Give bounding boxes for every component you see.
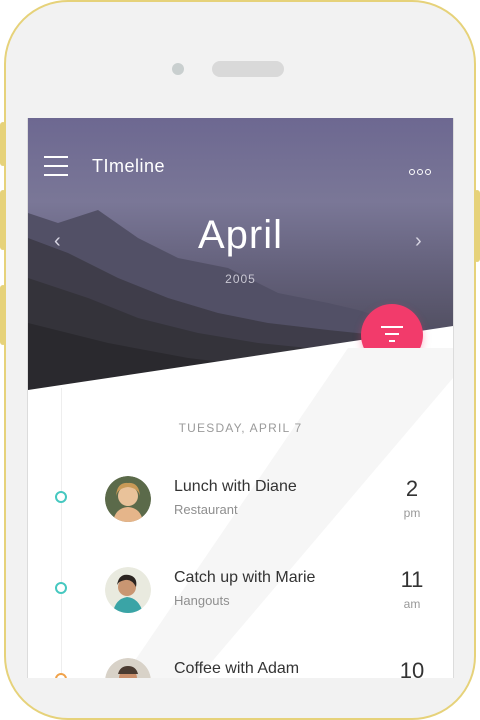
event-title: Lunch with Diane	[174, 478, 297, 495]
event-title: Coffee with Adam	[174, 660, 300, 677]
event-subtitle: Restaurant	[174, 502, 238, 517]
event-item-coffee[interactable]: Coffee with Adam 10	[28, 658, 453, 678]
next-month-button[interactable]: ›	[415, 230, 422, 253]
side-button-left-2	[0, 190, 6, 250]
timeline-dot	[55, 491, 67, 503]
timeline-dot	[55, 582, 67, 594]
event-time: 11	[400, 567, 424, 592]
earpiece-speaker	[212, 61, 284, 77]
timeline-content: TUESDAY, APRIL 7 Lunch with Diane Restau…	[28, 348, 453, 678]
side-button-left-3	[0, 285, 6, 345]
more-dots-icon	[409, 162, 433, 179]
app-screen: TImeline ‹ April 2005 › TUESDAY, APRIL 7	[27, 118, 454, 678]
event-time-unit: pm	[403, 506, 421, 520]
hamburger-menu-icon	[44, 156, 68, 158]
timeline-dot	[55, 673, 67, 678]
filter-icon	[381, 326, 403, 328]
avatar	[105, 658, 151, 678]
front-camera	[172, 63, 184, 75]
event-time-unit: am	[403, 597, 421, 611]
year-label: 2005	[225, 272, 256, 286]
avatar	[105, 476, 151, 522]
more-options-button[interactable]	[409, 162, 437, 175]
month-label: April	[197, 213, 284, 257]
event-item-lunch[interactable]: Lunch with Diane Restaurant 2 pm	[28, 476, 453, 536]
event-time: 2	[405, 476, 419, 501]
event-title: Catch up with Marie	[174, 569, 316, 586]
event-item-catchup[interactable]: Catch up with Marie Hangouts 11 am	[28, 567, 453, 627]
menu-button[interactable]	[44, 156, 68, 176]
side-button-left-1	[0, 122, 6, 166]
chevron-right-icon: ›	[415, 230, 422, 252]
side-button-right	[474, 190, 480, 262]
event-subtitle: Hangouts	[174, 593, 230, 608]
date-header: TUESDAY, APRIL 7	[178, 421, 303, 435]
app-title: TImeline	[92, 156, 166, 176]
avatar	[105, 567, 151, 613]
event-time: 10	[399, 658, 425, 678]
